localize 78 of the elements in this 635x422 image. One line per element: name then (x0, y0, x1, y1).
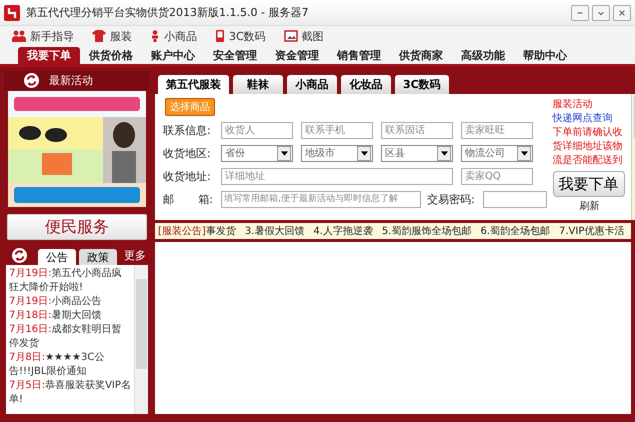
nav-tab[interactable]: 销售管理 (328, 47, 390, 64)
query-link[interactable]: 快递网点查询 (552, 112, 613, 126)
nav-tab[interactable]: 账户中心 (142, 47, 204, 64)
notice-item[interactable]: 7月19日:小商品公告 (9, 295, 131, 309)
screenshot-icon (284, 30, 298, 42)
dropdown-arrow-icon (440, 150, 448, 156)
nav-tab[interactable]: 帮助中心 (514, 47, 576, 64)
dropdown-arrow-icon (360, 150, 368, 156)
collapse-button[interactable] (592, 4, 610, 20)
refresh-icon (24, 73, 39, 88)
ticker-item[interactable]: 5.蜀韵服饰全场包邮 (382, 224, 472, 238)
nav-tab[interactable]: 资金管理 (266, 47, 328, 64)
field-label: 收货地址: (163, 168, 212, 184)
nav-tab[interactable]: 高级功能 (452, 47, 514, 64)
notice-item[interactable]: 7月5日:恭喜服装获奖VIP名单! (9, 379, 131, 407)
toolbar-button[interactable]: 小商品 (144, 28, 203, 44)
input-field[interactable]: 联系手机 (301, 122, 373, 138)
password-field[interactable] (482, 190, 547, 208)
notice-tab[interactable]: 政策 (79, 249, 117, 265)
phone-icon (215, 30, 225, 42)
nav-tab[interactable]: 安全管理 (204, 47, 266, 64)
minimize-button[interactable] (571, 4, 589, 20)
toolbar-button[interactable]: 服装 (86, 28, 138, 44)
ticker-item[interactable]: 事发货 (206, 224, 236, 238)
window-title: 第五代代理分销平台实物供货2013新版1.1.5.0 - 服务器7 (26, 5, 308, 20)
notice-item[interactable]: 7月16日:成都女鞋明日暂停发货 (9, 323, 131, 351)
dropdown-arrow-icon (520, 150, 528, 156)
toolbar-button[interactable]: 截图 (278, 28, 330, 44)
ticker-item[interactable]: 7.VIP优惠卡活 (559, 224, 624, 238)
panel-title: 最新活动 (49, 73, 93, 88)
dropdown[interactable]: 地级市 (301, 144, 373, 162)
toolbar-button[interactable]: 3C数码 (209, 28, 272, 44)
notice-item[interactable]: 7月18日:暑期大回馈 (9, 309, 131, 323)
refresh-link[interactable]: 刷新 (580, 199, 600, 213)
dropdown[interactable]: 区县 (381, 144, 453, 162)
notice-tab[interactable]: 公告 (38, 249, 76, 265)
more-link[interactable]: 更多 (124, 248, 146, 262)
category-tab[interactable]: 化妆品 (341, 75, 391, 94)
dropdown[interactable]: 物流公司 (461, 144, 533, 162)
toolbar-button[interactable]: 新手指导 (6, 28, 80, 44)
close-icon (618, 8, 626, 16)
submit-order-button[interactable]: 我要下单 (552, 171, 625, 197)
category-tab[interactable]: 小商品 (287, 75, 337, 94)
figure-icon (150, 30, 160, 42)
notice-item[interactable]: 7月8日:★★★★3C公告!!!JBL限价通知 (9, 351, 131, 379)
field-label: 收货地区: (163, 146, 212, 160)
notice-text: 下单前请确认收货详细地址该物流是否能配送到 (552, 126, 624, 168)
shirt-icon (92, 30, 106, 42)
ticker-tag: [服装公告] (158, 224, 206, 238)
dropdown-arrow-icon (280, 150, 288, 156)
input-field[interactable]: 卖家旺旺 (461, 122, 533, 138)
nav-tab[interactable]: 供货价格 (80, 47, 142, 64)
ticker-item[interactable]: 4.人字拖逆袭 (313, 224, 373, 238)
category-tab[interactable]: 第五代服装 (158, 75, 229, 94)
service-button[interactable]: 便民服务 (7, 214, 147, 240)
notice-text: 服装活动 (552, 98, 593, 112)
category-tab[interactable]: 鞋袜 (233, 75, 283, 94)
notice-item[interactable]: 7月19日:第五代小商品疯狂大降价开始啦! (9, 267, 131, 295)
close-button[interactable] (613, 4, 631, 20)
email-field[interactable]: 填写常用邮箱,便于最新活动与即时信息了解 (221, 190, 421, 208)
field-label: 交易密码: (427, 192, 475, 206)
app-logo-icon (4, 4, 20, 20)
ticker-item[interactable]: 6.蜀韵全场包邮 (480, 224, 550, 238)
category-tab[interactable]: 3C数码 (395, 75, 449, 94)
nav-tab[interactable]: 供货商家 (390, 47, 452, 64)
dropdown[interactable]: 省份 (221, 144, 293, 162)
input-field[interactable]: 卖家QQ (461, 168, 533, 184)
input-field[interactable]: 收货人 (221, 122, 293, 138)
scrollbar[interactable] (134, 265, 148, 414)
people-icon (12, 30, 26, 42)
field-label: 箱: (198, 192, 213, 206)
nav-tab[interactable]: 我要下单 (18, 47, 80, 64)
refresh-icon (12, 248, 27, 262)
field-label: 邮 (163, 192, 174, 206)
input-field[interactable]: 联系固话 (381, 122, 453, 138)
address-field[interactable]: 详细地址 (221, 168, 453, 184)
ticker-item[interactable]: 3.暑假大回馈 (244, 224, 304, 238)
field-label: 联系信息: (163, 122, 212, 138)
